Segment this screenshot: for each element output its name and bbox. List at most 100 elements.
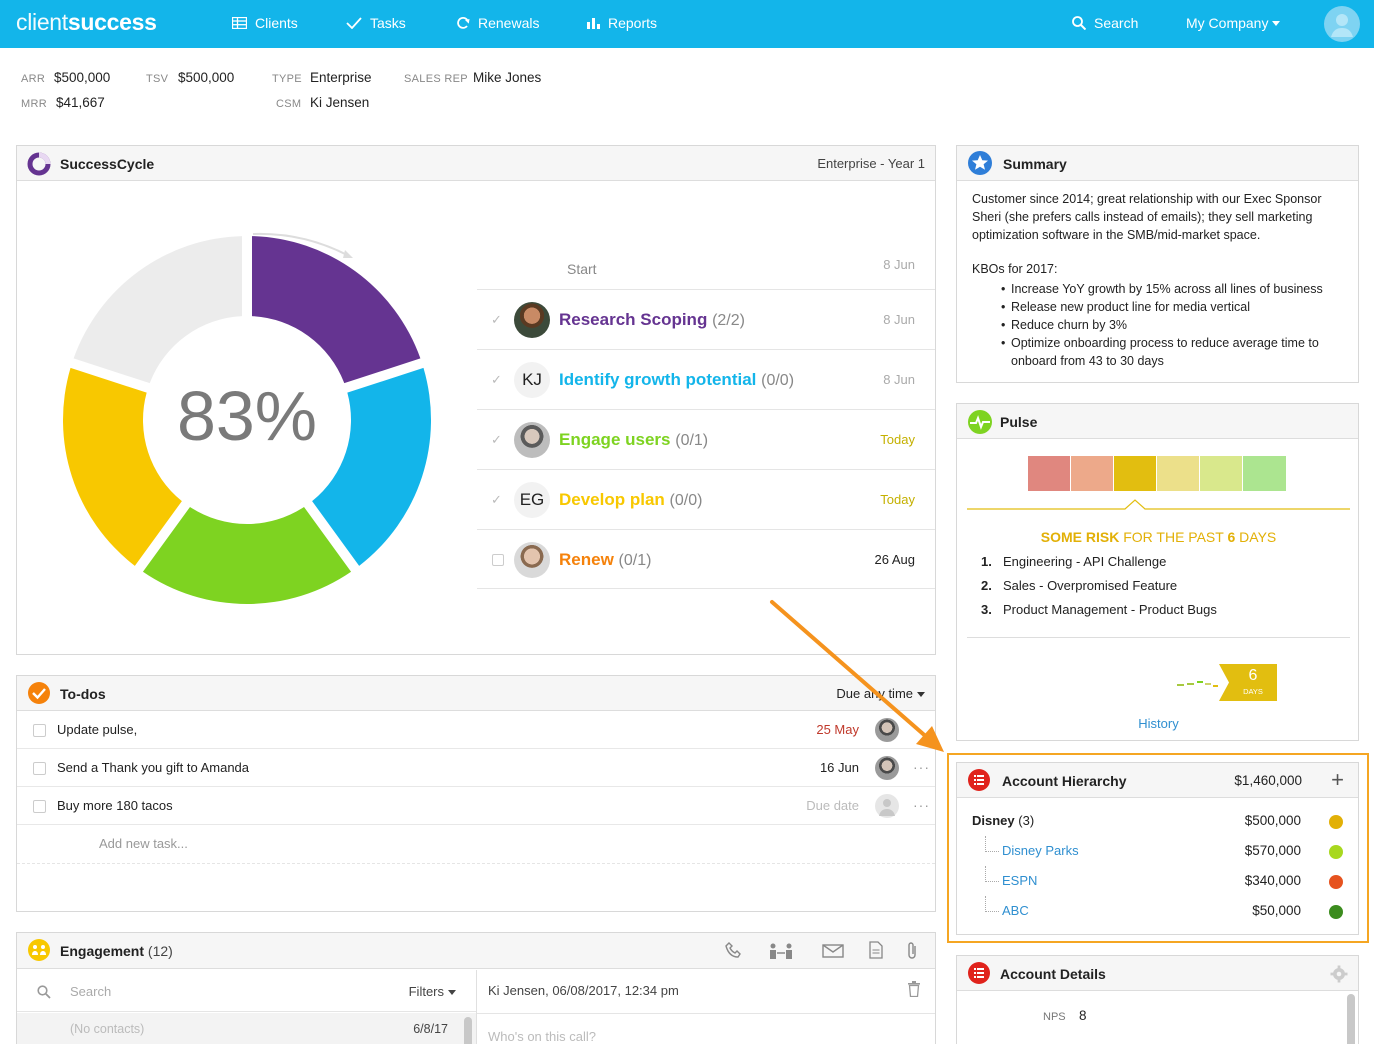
search-icon bbox=[37, 985, 51, 999]
unassigned-avatar[interactable] bbox=[875, 794, 899, 818]
todo-checkbox[interactable] bbox=[33, 762, 46, 775]
todo-date[interactable]: Due date bbox=[806, 798, 859, 813]
details-list-icon bbox=[968, 962, 990, 984]
gear-icon[interactable] bbox=[1330, 965, 1348, 983]
chevron-down-icon bbox=[448, 990, 456, 996]
todo-checkbox[interactable] bbox=[33, 800, 46, 813]
tsv-value: $500,000 bbox=[178, 70, 235, 85]
type-label: TYPE bbox=[272, 73, 302, 85]
call-participants-input[interactable]: Who's on this call? bbox=[488, 1029, 596, 1044]
nav-renewals[interactable]: Renewals bbox=[456, 15, 539, 31]
more-options-icon[interactable]: ··· bbox=[913, 797, 930, 813]
successcycle-header: SuccessCycle Enterprise - Year 1 bbox=[17, 146, 935, 181]
summary-paragraph: Customer since 2014; great relationship … bbox=[972, 192, 1322, 242]
donut-slice-develop-plan[interactable] bbox=[63, 367, 182, 566]
step-name[interactable]: Renew (0/1) bbox=[559, 550, 651, 570]
hierarchy-child-link[interactable]: ESPN bbox=[1002, 873, 1037, 888]
donut-slice-identify-growth-potential[interactable] bbox=[312, 367, 431, 566]
step-date: 8 Jun bbox=[883, 372, 915, 387]
annotation-arrow bbox=[770, 600, 944, 752]
status-dot bbox=[1329, 845, 1343, 859]
company-dropdown[interactable]: My Company bbox=[1186, 15, 1281, 31]
pulse-level-some-risk[interactable] bbox=[1114, 456, 1156, 491]
step-name[interactable]: Identify growth potential (0/0) bbox=[559, 370, 794, 390]
step-row[interactable]: ✓ Research Scoping (2/2) 8 Jun bbox=[477, 289, 935, 349]
nav-reports[interactable]: Reports bbox=[587, 15, 657, 31]
nav-tasks[interactable]: Tasks bbox=[346, 15, 406, 31]
mrr-label: MRR bbox=[21, 98, 47, 110]
account-details-header: Account Details bbox=[957, 956, 1358, 991]
scrollbar[interactable] bbox=[1347, 994, 1355, 1044]
nav-search-label: Search bbox=[1094, 15, 1139, 31]
check-icon bbox=[346, 17, 362, 29]
pulse-level-good[interactable] bbox=[1200, 456, 1242, 491]
step-row[interactable]: Renew (0/1) 26 Aug bbox=[477, 529, 935, 589]
pulse-level-great[interactable] bbox=[1243, 456, 1286, 491]
email-icon[interactable] bbox=[822, 944, 844, 958]
step-name[interactable]: Develop plan (0/0) bbox=[559, 490, 702, 510]
donut-slice-engage-users[interactable] bbox=[142, 506, 352, 604]
pulse-level-neutral[interactable] bbox=[1157, 456, 1199, 491]
engagement-list-row[interactable]: (No contacts) 6/8/17 bbox=[17, 1013, 476, 1044]
nav-search[interactable]: Search bbox=[1072, 15, 1138, 31]
hierarchy-parent-name[interactable]: Disney (3) bbox=[972, 813, 1034, 828]
pulse-level-very-high-risk[interactable] bbox=[1028, 456, 1070, 491]
nav-clients[interactable]: Clients bbox=[232, 15, 298, 31]
step-row[interactable]: ✓ Engage users (0/1) Today bbox=[477, 409, 935, 469]
successcycle-panel: SuccessCycle Enterprise - Year 1 83% Sta… bbox=[16, 145, 936, 655]
add-task-input[interactable]: Add new task... bbox=[99, 836, 188, 851]
engagement-panel: Engagement (12) Search Filters (No conta… bbox=[16, 932, 936, 1044]
step-row[interactable]: ✓ KJ Identify growth potential (0/0) 8 J… bbox=[477, 349, 935, 409]
meeting-icon[interactable] bbox=[767, 942, 795, 960]
clientsuccess-logo[interactable]: clientsuccess bbox=[16, 9, 157, 36]
pulse-history-link[interactable]: History bbox=[957, 716, 1360, 731]
todo-item[interactable]: Buy more 180 tacos Due date ··· bbox=[17, 787, 935, 825]
type-value: Enterprise bbox=[310, 70, 372, 85]
hierarchy-parent-row[interactable]: Disney (3) $500,000 bbox=[957, 806, 1357, 836]
pulse-level-high-risk[interactable] bbox=[1071, 456, 1113, 491]
todo-text[interactable]: Update pulse, bbox=[57, 722, 137, 737]
hierarchy-child-link[interactable]: ABC bbox=[1002, 903, 1029, 918]
hierarchy-child-row[interactable]: ESPN $340,000 bbox=[957, 866, 1357, 896]
user-avatar[interactable] bbox=[1324, 6, 1360, 42]
user-silhouette-icon bbox=[879, 799, 895, 816]
pulse-days-count: 6 bbox=[1248, 667, 1258, 684]
step-name[interactable]: Research Scoping (2/2) bbox=[559, 310, 745, 330]
kbo-item: • Increase YoY growth by 15% across all l… bbox=[1001, 282, 1323, 296]
hierarchy-child-row[interactable]: Disney Parks $570,000 bbox=[957, 836, 1357, 866]
donut-slice-renew[interactable] bbox=[73, 236, 243, 384]
pulse-panel: Pulse SOME RISK FOR THE PAST 6 DAYS 1. En… bbox=[956, 403, 1359, 741]
filters-dropdown[interactable]: Filters bbox=[409, 984, 456, 999]
step-date: 8 Jun bbox=[883, 312, 915, 327]
add-account-button[interactable]: + bbox=[1331, 767, 1344, 793]
trash-icon[interactable] bbox=[907, 981, 921, 997]
sales-rep-value[interactable]: Mike Jones bbox=[473, 70, 541, 85]
todo-text[interactable]: Send a Thank you gift to Amanda bbox=[57, 760, 249, 775]
search-icon bbox=[1072, 16, 1086, 30]
step-name[interactable]: Engage users (0/1) bbox=[559, 430, 708, 450]
donut-slice-research-scoping[interactable] bbox=[251, 236, 421, 384]
status-dot bbox=[1329, 905, 1343, 919]
todo-checkbox[interactable] bbox=[33, 724, 46, 737]
step-checkbox[interactable] bbox=[492, 554, 504, 566]
hierarchy-child-row[interactable]: ABC $50,000 bbox=[957, 896, 1357, 926]
kbo-list: • Increase YoY growth by 15% across all l… bbox=[1001, 280, 1351, 370]
account-hierarchy-header: Account Hierarchy $1,460,000 + bbox=[957, 763, 1358, 798]
csm-value[interactable]: Ki Jensen bbox=[310, 95, 369, 110]
logo-light-text: client bbox=[16, 9, 68, 35]
engagement-search-input[interactable]: Search bbox=[70, 984, 111, 999]
hierarchy-child-link[interactable]: Disney Parks bbox=[1002, 843, 1079, 858]
bar-chart-icon bbox=[587, 18, 600, 29]
summary-header: Summary bbox=[957, 146, 1358, 181]
engagement-title: Engagement (12) bbox=[60, 943, 173, 959]
scrollbar[interactable] bbox=[464, 1017, 472, 1044]
step-row[interactable]: ✓ EG Develop plan (0/0) Today bbox=[477, 469, 935, 529]
phone-icon[interactable] bbox=[725, 942, 743, 960]
note-icon[interactable] bbox=[869, 941, 883, 959]
tree-connector bbox=[985, 896, 999, 912]
todo-text[interactable]: Buy more 180 tacos bbox=[57, 798, 173, 813]
start-date: 8 Jun bbox=[883, 257, 915, 272]
pulse-scale[interactable] bbox=[1028, 456, 1286, 491]
pulse-pointer-line bbox=[967, 499, 1350, 510]
attachment-icon[interactable] bbox=[905, 941, 919, 961]
